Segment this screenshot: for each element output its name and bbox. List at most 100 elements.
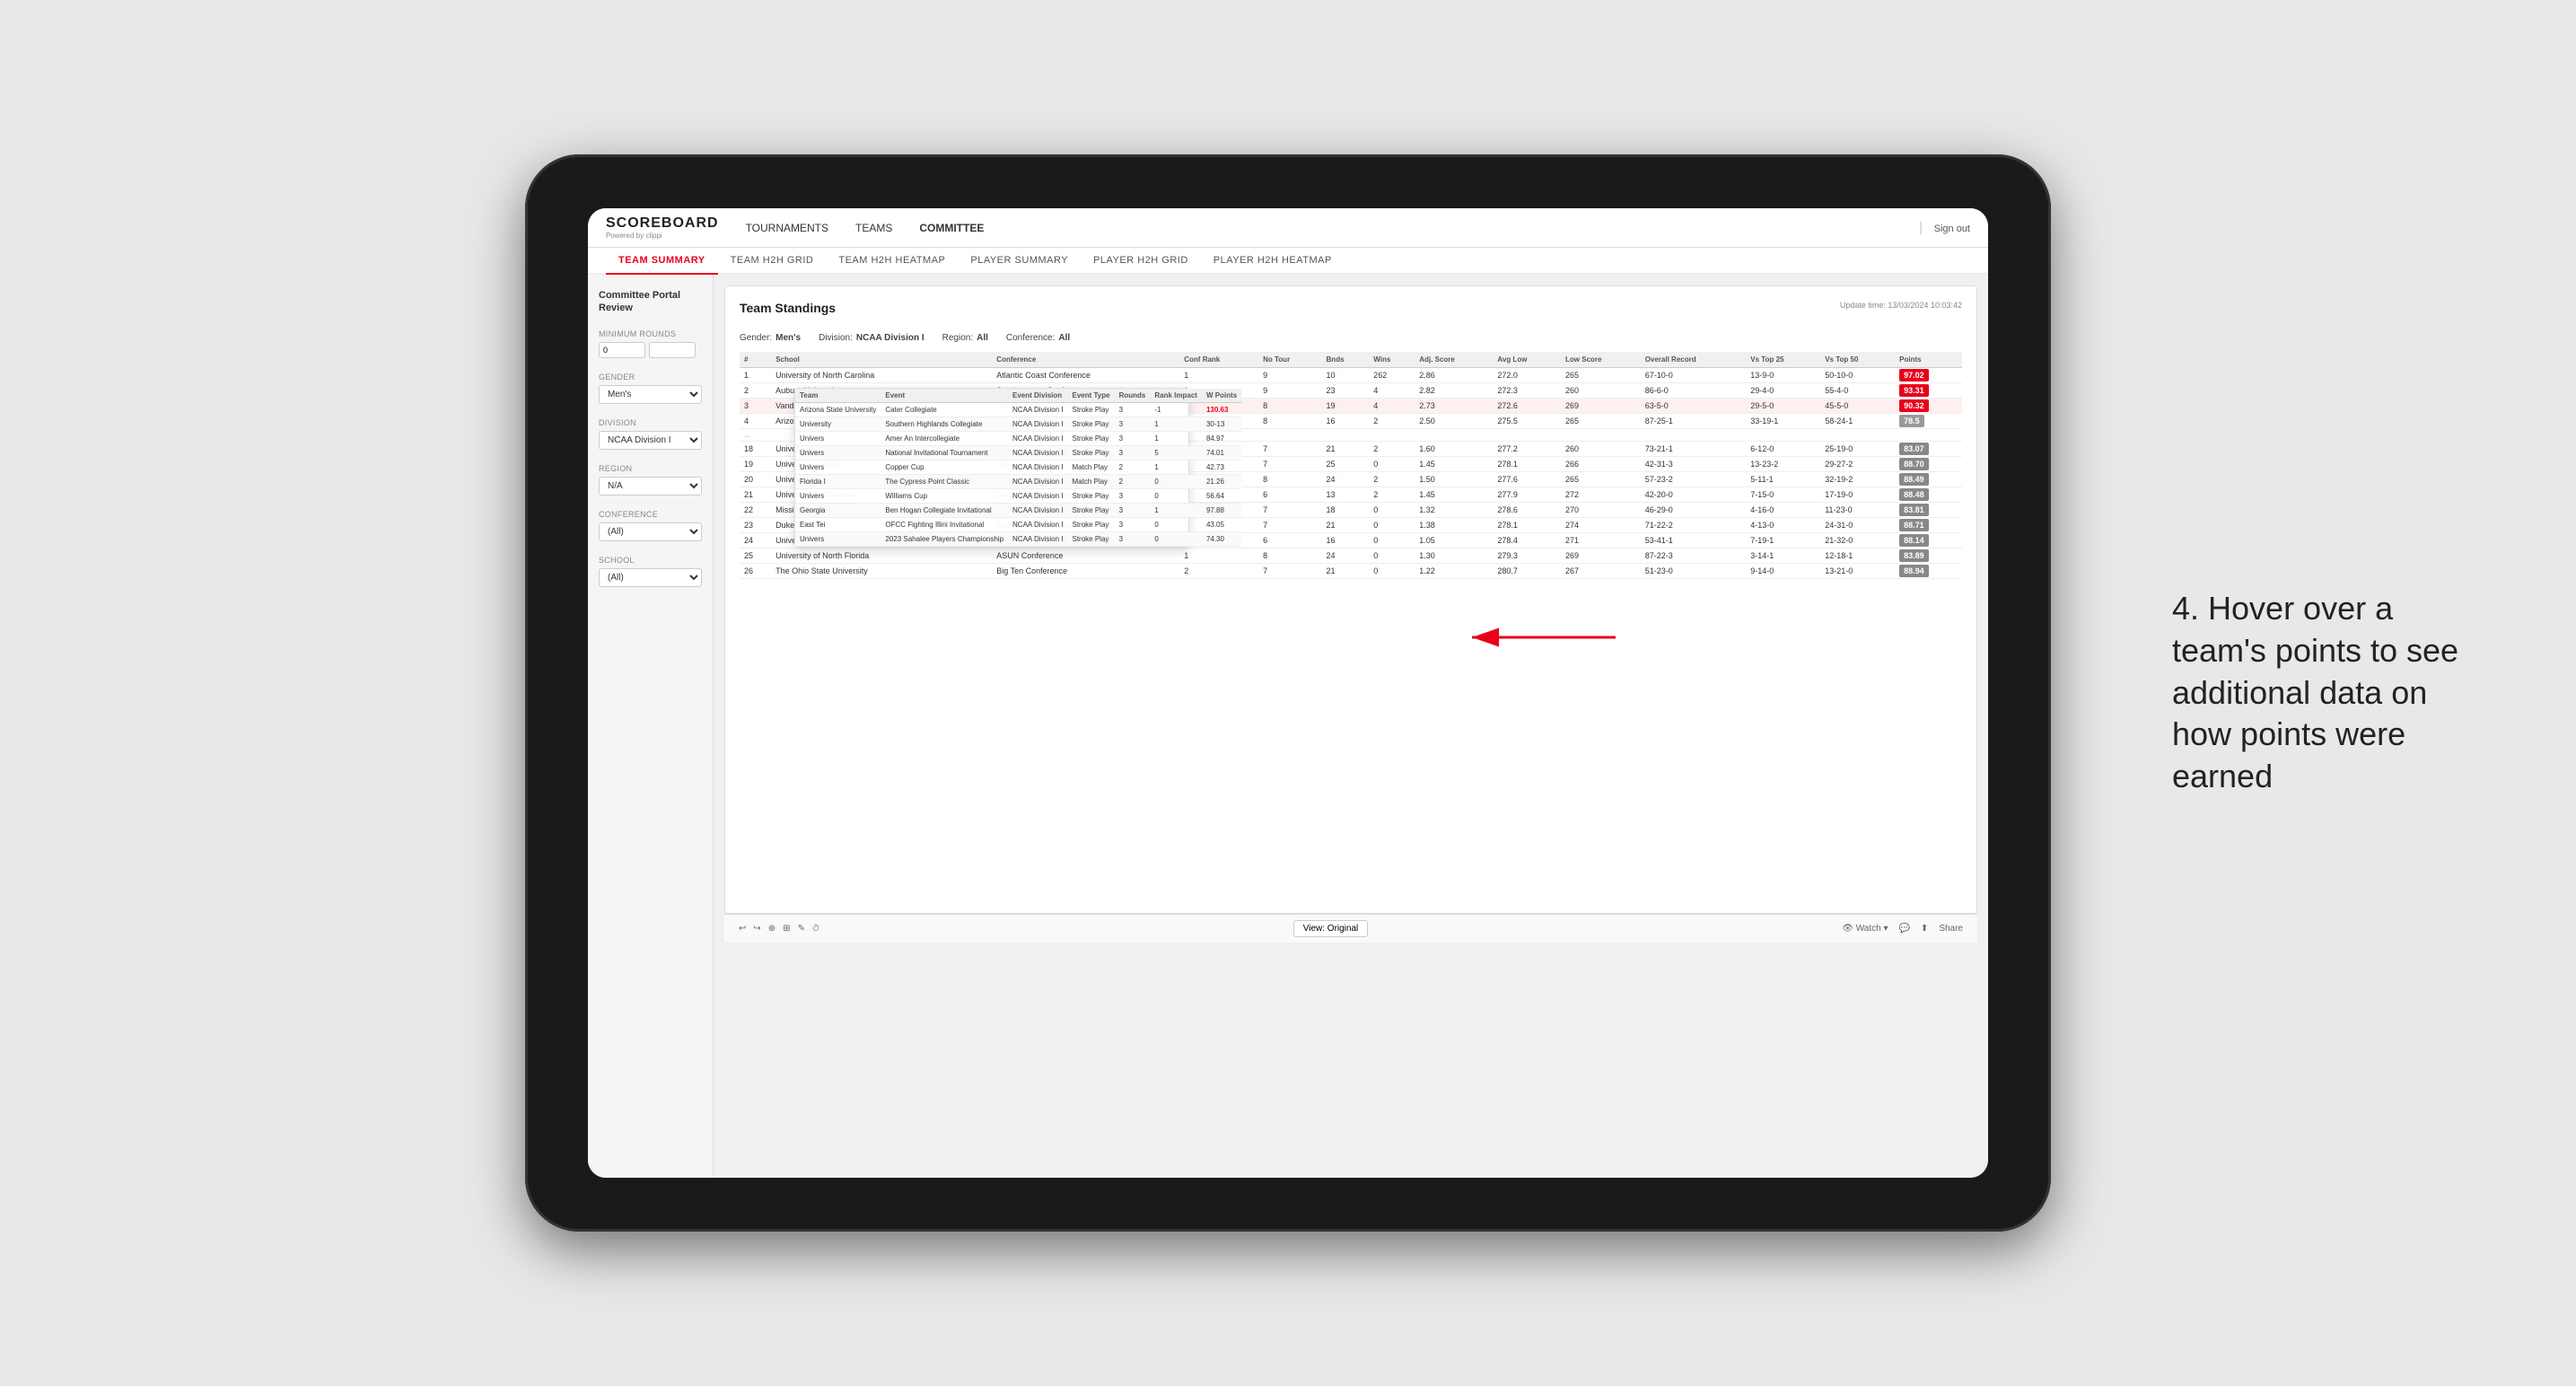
annotation-area: 4. Hover over a team's points to see add… [2172,588,2486,798]
table-body: 1 University of North Carolina Atlantic … [740,368,1962,579]
tablet-screen: SCOREBOARD Powered by clippi TOURNAMENTS… [588,208,1988,1178]
filter-division-select[interactable]: NCAA Division I [599,431,702,450]
col-rank: # [740,352,771,368]
col-vs-top25: Vs Top 25 [1746,352,1820,368]
sign-out-button[interactable]: Sign out [1934,224,1970,234]
tab-player-h2h-heatmap[interactable]: PLAYER H2H HEATMAP [1201,248,1345,273]
col-wins: Wins [1369,352,1415,368]
export-icon[interactable]: ⬆ [1921,924,1928,934]
table-row: 1 University of North Carolina Atlantic … [740,368,1962,383]
col-low-score: Low Score [1561,352,1641,368]
standings-title: Team Standings [740,301,836,315]
tab-team-summary[interactable]: TEAM SUMMARY [606,248,718,275]
copy-icon[interactable]: ⊞ [783,924,790,934]
hover-table-row: Univers 2023 Sahalee Players Championshi… [795,532,1241,547]
annotation-text: 4. Hover over a team's points to see add… [2172,588,2486,798]
hover-table-body: Arizona State University Cater Collegiat… [795,403,1241,547]
clock-icon[interactable]: ⏱ [812,924,819,934]
hover-table-row: University Southern Highlands Collegiate… [795,417,1241,432]
filter-region-label: Region [599,464,702,473]
hover-table-row: Georgia Ben Hogan Collegiate Invitationa… [795,504,1241,518]
hover-table-row: East Tei OFCC Fighting Illini Invitation… [795,518,1241,532]
hover-detail-popup: Team Event Event Division Event Type Rou… [794,388,1189,548]
filter-gender-label: Gender [599,373,702,382]
gender-filter-display: Gender: Men's [740,333,801,343]
view-original-button[interactable]: View: Original [1293,920,1369,937]
share-button[interactable]: Share [1939,924,1963,934]
logo-text: SCOREBOARD [606,215,719,232]
nav-teams[interactable]: TEAMS [855,218,892,238]
redo-icon[interactable]: ↪ [753,924,760,934]
toolbar-left: ↩ ↪ ⊕ ⊞ ✎ ⏱ [739,924,819,934]
filter-division: Division NCAA Division I [599,418,702,450]
sign-out-area: | Sign out [1919,220,1970,236]
col-points: Points [1895,352,1962,368]
nav-tournaments[interactable]: TOURNAMENTS [746,218,828,238]
logo-area: SCOREBOARD Powered by clippi [606,215,719,240]
filter-school-label: School [599,556,702,565]
comment-icon[interactable]: 💬 [1898,924,1909,934]
col-overall: Overall Record [1641,352,1747,368]
hover-table-row: Univers Copper Cup NCAA Division I Match… [795,461,1241,475]
sub-nav: TEAM SUMMARY TEAM H2H GRID TEAM H2H HEAT… [588,248,1988,275]
toolbar-right: 👁 Watch ▾ 💬 ⬆ Share [1842,924,1963,934]
division-filter-display: Division: NCAA Division I [819,333,924,343]
conference-filter-display: Conference: All [1006,333,1070,343]
col-adj-score: Adj. Score [1415,352,1493,368]
tab-team-h2h-grid[interactable]: TEAM H2H GRID [718,248,827,273]
table-row: 25 University of North Florida ASUN Conf… [740,548,1962,564]
filter-min-rounds-max[interactable] [649,342,696,358]
filter-school: School (All) [599,556,702,587]
filter-region-select[interactable]: N/A [599,477,702,496]
filter-conference: Conference (All) [599,510,702,541]
logo-sub: Powered by clippi [606,232,719,240]
hover-table-row: Arizona State University Cater Collegiat… [795,403,1241,417]
sign-out-divider: | [1919,220,1923,235]
tab-player-summary[interactable]: PLAYER SUMMARY [958,248,1081,273]
hover-table-row: Florida I The Cypress Point Classic NCAA… [795,475,1241,489]
col-conference: Conference [992,352,1179,368]
filter-summary-row: Gender: Men's Division: NCAA Division I … [740,333,1962,343]
standings-title-area: Team Standings [740,301,836,322]
watch-icon[interactable]: 👁 Watch ▾ [1842,924,1888,934]
filter-min-rounds-label: Minimum Rounds [599,329,702,338]
header-row: # School Conference Conf Rank No Tour Bn… [740,352,1962,368]
tab-team-h2h-heatmap[interactable]: TEAM H2H HEATMAP [826,248,958,273]
filter-division-label: Division [599,418,702,427]
region-filter-display: Region: All [942,333,988,343]
col-school: School [771,352,992,368]
filter-min-rounds: Minimum Rounds [599,329,702,358]
table-row: 26 The Ohio State University Big Ten Con… [740,564,1962,579]
portal-header: Team Standings Update time: 13/03/2024 1… [740,301,1962,322]
tablet-frame: SCOREBOARD Powered by clippi TOURNAMENTS… [525,154,2051,1232]
hover-table-row: Univers Williams Cup NCAA Division I Str… [795,489,1241,504]
nav-bar: SCOREBOARD Powered by clippi TOURNAMENTS… [588,208,1988,248]
filter-school-select[interactable]: (All) [599,568,702,587]
toolbar-center: View: Original [1293,920,1369,937]
sidebar-title: Committee Portal Review [599,289,702,315]
zoom-icon[interactable]: ⊕ [768,924,775,934]
filter-conference-select[interactable]: (All) [599,522,702,541]
hover-table: Team Event Event Division Event Type Rou… [795,389,1241,547]
standings-table: # School Conference Conf Rank No Tour Bn… [740,352,1962,579]
content-area: Team Standings Update time: 13/03/2024 1… [714,275,1988,1178]
col-conf-rank: Conf Rank [1179,352,1258,368]
undo-icon[interactable]: ↩ [739,924,746,934]
hover-table-row: Univers National Invitational Tournament… [795,446,1241,461]
col-vs-top50: Vs Top 50 [1820,352,1895,368]
hover-table-row: Univers Amer An Intercollegiate NCAA Div… [795,432,1241,446]
update-time: Update time: 13/03/2024 10:03:42 [1840,301,1962,310]
portal-card: Team Standings Update time: 13/03/2024 1… [724,285,1977,914]
filter-gender-select[interactable]: Men's [599,385,702,404]
filter-gender: Gender Men's [599,373,702,404]
col-avg-low: Avg Low [1493,352,1561,368]
col-bnds: Bnds [1322,352,1370,368]
tab-player-h2h-grid[interactable]: PLAYER H2H GRID [1081,248,1201,273]
filter-min-rounds-min[interactable] [599,342,645,358]
edit-icon[interactable]: ✎ [798,924,805,934]
nav-links: TOURNAMENTS TEAMS COMMITTEE [746,218,1919,238]
filter-region: Region N/A [599,464,702,496]
bottom-toolbar: ↩ ↪ ⊕ ⊞ ✎ ⏱ View: Original 👁 Watch ▾ 💬 ⬆ [724,914,1977,943]
nav-committee[interactable]: COMMITTEE [919,218,984,238]
filter-conference-label: Conference [599,510,702,519]
